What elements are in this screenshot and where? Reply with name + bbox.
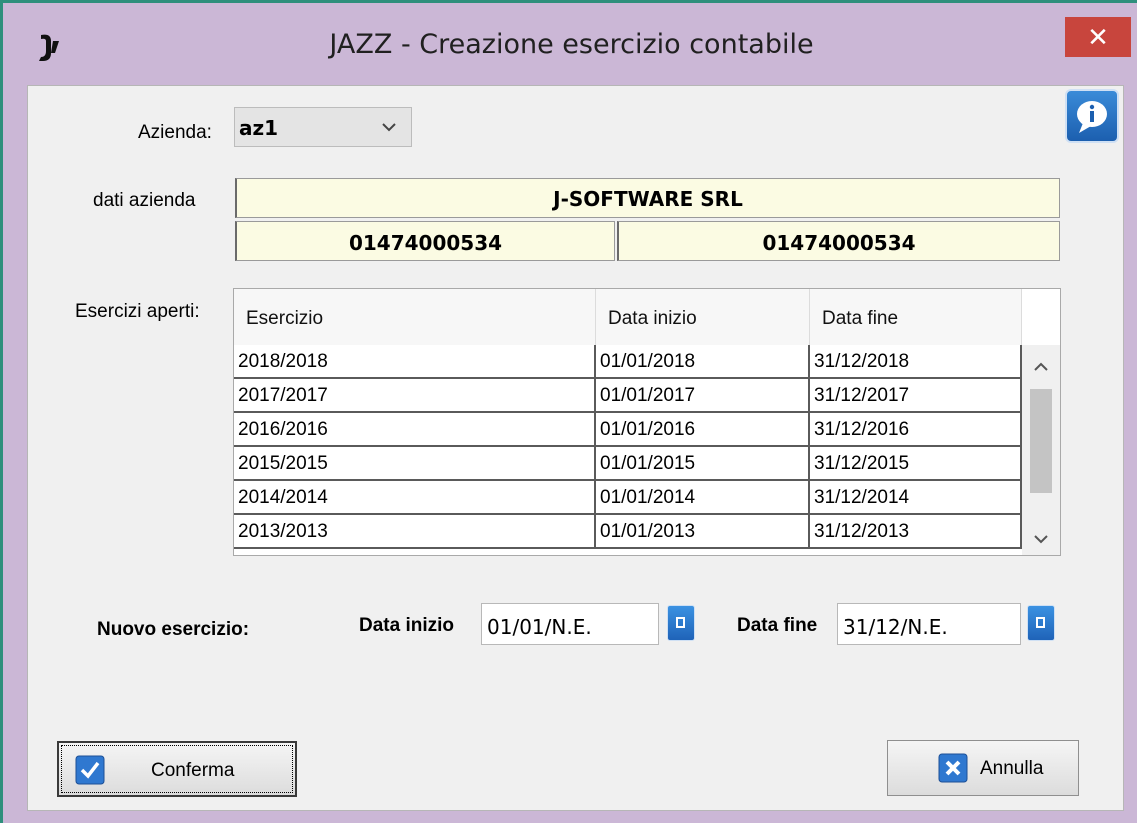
company-code-right-field: 01474000534: [617, 221, 1060, 261]
cell-data-inizio: 01/01/2014: [596, 481, 810, 513]
azienda-select[interactable]: az1: [234, 107, 412, 147]
checkmark-icon: [75, 755, 105, 785]
data-fine-label: Data fine: [737, 615, 818, 636]
column-header-data-fine[interactable]: Data fine: [810, 289, 1022, 345]
data-inizio-label: Data inizio: [359, 615, 455, 636]
column-header-esercizio[interactable]: Esercizio: [234, 289, 596, 345]
azienda-select-value: az1: [239, 116, 279, 140]
cell-esercizio: 2017/2017: [234, 379, 596, 411]
close-button[interactable]: ✕: [1065, 17, 1131, 57]
cell-data-fine: 31/12/2018: [810, 345, 1022, 377]
table-row[interactable]: 2015/2015 01/01/2015 31/12/2015: [234, 447, 1022, 481]
cell-data-fine: 31/12/2017: [810, 379, 1022, 411]
company-code-left-field: 01474000534: [235, 221, 615, 261]
data-fine-calendar-button[interactable]: [1027, 605, 1055, 641]
scrollbar-thumb[interactable]: [1030, 389, 1052, 493]
data-inizio-input[interactable]: [481, 603, 659, 645]
cell-data-inizio: 01/01/2015: [596, 447, 810, 479]
scroll-down-icon[interactable]: [1032, 533, 1050, 545]
close-icon: ✕: [1087, 22, 1109, 52]
dialog-window: JAZZ - Creazione esercizio contabile ✕ A…: [0, 0, 1137, 823]
table-scrollbar[interactable]: [1022, 345, 1060, 555]
cell-data-inizio: 01/01/2017: [596, 379, 810, 411]
confirm-button-label: Conferma: [151, 760, 235, 781]
azienda-label: Azienda:: [138, 122, 212, 143]
esercizi-table: Esercizio Data inizio Data fine 2018/201…: [233, 288, 1061, 556]
cell-esercizio: 2015/2015: [234, 447, 596, 479]
confirm-button[interactable]: Conferma: [57, 741, 297, 797]
cell-data-inizio: 01/01/2016: [596, 413, 810, 445]
data-fine-input[interactable]: [837, 603, 1021, 645]
cell-data-inizio: 01/01/2013: [596, 515, 810, 547]
window-title: JAZZ - Creazione esercizio contabile: [329, 29, 814, 60]
cancel-button-label: Annulla: [980, 758, 1044, 779]
column-header-data-inizio[interactable]: Data inizio: [596, 289, 810, 345]
cell-data-fine: 31/12/2013: [810, 515, 1022, 547]
table-row[interactable]: 2017/2017 01/01/2017 31/12/2017: [234, 379, 1022, 413]
cell-esercizio: 2013/2013: [234, 515, 596, 547]
table-row[interactable]: 2013/2013 01/01/2013 31/12/2013: [234, 515, 1022, 549]
table-header: Esercizio Data inizio Data fine: [234, 289, 1022, 345]
dati-azienda-label: dati azienda: [93, 190, 196, 211]
table-row[interactable]: 2018/2018 01/01/2018 31/12/2018: [234, 345, 1022, 379]
cancel-button[interactable]: Annulla: [887, 740, 1079, 796]
nuovo-esercizio-label: Nuovo esercizio:: [97, 619, 250, 640]
esercizi-aperti-label: Esercizi aperti:: [75, 301, 200, 322]
cell-data-inizio: 01/01/2018: [596, 345, 810, 377]
x-icon: [938, 753, 968, 783]
info-speech-bubble-icon: [1077, 101, 1107, 133]
cell-esercizio: 2018/2018: [234, 345, 596, 377]
cell-esercizio: 2014/2014: [234, 481, 596, 513]
cell-data-fine: 31/12/2014: [810, 481, 1022, 513]
chevron-down-icon: [382, 123, 396, 132]
info-button[interactable]: [1065, 89, 1119, 143]
cell-data-fine: 31/12/2015: [810, 447, 1022, 479]
table-row[interactable]: 2016/2016 01/01/2016 31/12/2016: [234, 413, 1022, 447]
cell-data-fine: 31/12/2016: [810, 413, 1022, 445]
cell-esercizio: 2016/2016: [234, 413, 596, 445]
table-row[interactable]: 2014/2014 01/01/2014 31/12/2014: [234, 481, 1022, 515]
scroll-up-icon[interactable]: [1032, 361, 1050, 373]
data-inizio-calendar-button[interactable]: [667, 605, 695, 641]
company-name-field: J-SOFTWARE SRL: [235, 178, 1060, 218]
